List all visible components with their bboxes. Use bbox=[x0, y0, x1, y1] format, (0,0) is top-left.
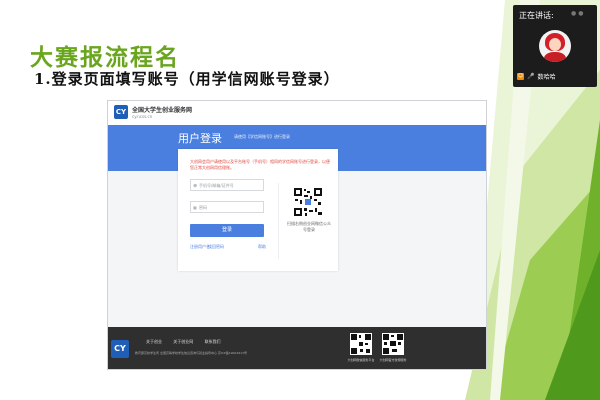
slide-subtitle: 1.登录页面填写账号（用学信网账号登录） bbox=[34, 70, 340, 88]
help-link[interactable]: 帮助 bbox=[258, 244, 266, 250]
microphone-icon[interactable]: 🎤 bbox=[527, 73, 534, 80]
meeting-speaker-panel: 正在讲话: ●● ☺ 🎤 数哈哈 bbox=[513, 5, 597, 87]
login-page-title: 用户登录 bbox=[178, 132, 222, 145]
presentation-slide: 大赛报流程名 1.登录页面填写账号（用学信网账号登录） CY 全国大学生创业服务… bbox=[0, 0, 600, 400]
user-icon: ☻ bbox=[193, 183, 198, 188]
login-qr-code-icon[interactable] bbox=[293, 187, 323, 217]
username-placeholder: 手机号/邮箱/证件号 bbox=[199, 183, 234, 188]
footer-link[interactable]: 关于创业 bbox=[146, 339, 162, 344]
person-badge-icon: ☺ bbox=[517, 72, 524, 80]
footer-link[interactable]: 关于创业网 bbox=[173, 339, 193, 344]
avatar-body bbox=[544, 52, 566, 62]
register-link[interactable]: 注册用户名 bbox=[190, 244, 210, 250]
footer-qr-code-icon bbox=[350, 333, 372, 355]
speaker-name: 数哈哈 bbox=[537, 73, 556, 81]
site-name: 全国大学生创业服务网 bbox=[132, 107, 193, 114]
password-placeholder: 密码 bbox=[199, 205, 207, 210]
speaker-avatar bbox=[539, 30, 571, 62]
username-input[interactable]: ☻ 手机号/邮箱/证件号 bbox=[190, 179, 264, 191]
password-input[interactable]: ■ 密码 bbox=[190, 201, 264, 213]
login-page-subtitle: 请使用【学信网账号】进行登录 bbox=[234, 134, 290, 139]
site-logo-icon[interactable]: CY bbox=[114, 105, 128, 119]
footer-link[interactable]: 联系我们 bbox=[205, 339, 221, 344]
avatar-face bbox=[549, 38, 561, 51]
qr-caption: 扫描右侧创业网微信公众号登录 bbox=[287, 221, 331, 232]
site-domain: cy.ncss.cn bbox=[132, 114, 153, 119]
footer-links: 关于创业 关于创业网 联系我们 bbox=[146, 339, 231, 345]
site-footer: CY 关于创业 关于创业网 联系我们 教育部高校学生司 全国高等学校学生信息咨询… bbox=[108, 327, 486, 369]
now-speaking-label: 正在讲话: bbox=[519, 11, 554, 20]
slide-title: 大赛报流程名 bbox=[30, 44, 180, 71]
login-button[interactable]: 登录 bbox=[190, 224, 264, 237]
forgot-password-link[interactable]: 找回密码 bbox=[208, 244, 224, 250]
panel-controls-icon[interactable]: ●● bbox=[571, 10, 585, 17]
footer-qr-caption: 大创网官方微博服务 bbox=[379, 358, 407, 362]
footer-qr-caption: 大创网微信服务平台 bbox=[347, 358, 375, 362]
speaker-bar: ☺ 🎤 数哈哈 bbox=[517, 71, 556, 81]
site-header: CY 全国大学生创业服务网 cy.ncss.cn bbox=[108, 101, 486, 125]
login-website-screenshot: CY 全国大学生创业服务网 cy.ncss.cn 用户登录 请使用【学信网账号】… bbox=[107, 100, 487, 370]
lock-icon: ■ bbox=[193, 205, 197, 210]
footer-qr-code-icon bbox=[382, 333, 404, 355]
card-divider bbox=[278, 183, 279, 259]
footer-logo-icon: CY bbox=[111, 340, 129, 358]
login-notice: 大创网会用户请使用以及平台账号（手机号）相同的学信网账号进行登录，以便您正常大创… bbox=[190, 159, 330, 170]
footer-copyright: 教育部高校学生司 全国高等学校学生信息咨询与就业指导中心 京ICP备190049… bbox=[135, 351, 247, 355]
login-card: 大创网会用户请使用以及平台账号（手机号）相同的学信网账号进行登录，以便您正常大创… bbox=[178, 149, 338, 271]
